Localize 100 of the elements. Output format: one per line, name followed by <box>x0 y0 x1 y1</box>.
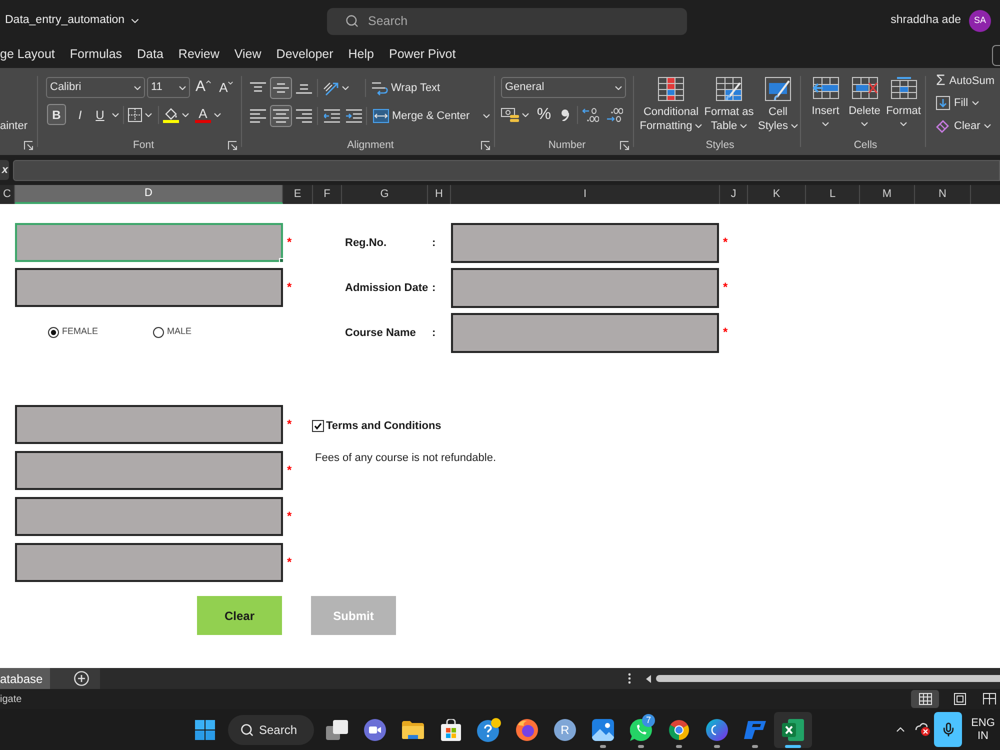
format-button[interactable]: Format <box>884 77 923 126</box>
merge-center-button[interactable]: Merge & Center <box>373 105 490 127</box>
fill-button[interactable]: Fill <box>936 95 1000 111</box>
caret-icon <box>790 124 798 128</box>
app-icon <box>744 720 766 738</box>
user-avatar[interactable]: SA <box>969 10 991 32</box>
cell-styles-icon <box>765 77 791 101</box>
label-colon: : <box>432 326 437 341</box>
align-button[interactable] <box>270 77 292 99</box>
conditional-formatting-button[interactable]: Conditional Formatting <box>640 77 702 133</box>
caret-icon <box>861 122 868 126</box>
delete-button[interactable]: Delete <box>845 77 884 126</box>
painter-button[interactable]: ainter <box>0 119 28 133</box>
insert-function-button[interactable]: x <box>0 160 9 180</box>
search-field[interactable]: Search <box>327 8 687 34</box>
underline-button[interactable]: U <box>90 104 110 125</box>
microphone-button[interactable] <box>934 712 962 747</box>
photo-icon <box>592 718 614 740</box>
required-marker: * <box>287 236 292 248</box>
column-header[interactable]: D <box>15 185 283 204</box>
field-label: Reg.No. <box>345 236 388 251</box>
required-marker: * <box>723 281 728 293</box>
radio-option[interactable]: FEMALE <box>48 325 98 339</box>
merge-cells-icon <box>373 109 389 123</box>
add-sheet-icon[interactable] <box>74 671 89 686</box>
taskbar-app-button[interactable] <box>774 712 812 748</box>
font-name-dropdown[interactable]: Calibri <box>46 77 145 98</box>
italic-button[interactable]: I <box>70 104 90 125</box>
autosum-button[interactable]: Σ AutoSum <box>936 73 1000 89</box>
terms-checkbox[interactable]: Terms and Conditions <box>312 418 496 434</box>
formula-input-field[interactable] <box>13 160 1000 180</box>
delete-cells-icon <box>852 77 878 99</box>
input-field[interactable] <box>15 405 283 444</box>
view-button[interactable] <box>911 690 939 708</box>
grow-font-button[interactable]: A <box>193 77 213 98</box>
ribbon-tab[interactable]: Developer <box>276 42 334 68</box>
caret-icon <box>228 81 233 85</box>
taskbar-search-field[interactable]: Search <box>228 714 314 744</box>
required-marker: * <box>723 236 728 248</box>
app-logo: R <box>554 718 576 740</box>
format-as-table-icon <box>716 77 742 101</box>
shrink-font-button[interactable]: A <box>216 77 236 98</box>
align-left-icon <box>250 109 266 123</box>
ribbon-tab[interactable]: Formulas <box>70 42 122 68</box>
fill-handle-icon <box>279 258 284 263</box>
font-color-button[interactable]: A <box>195 104 221 125</box>
ribbon-tab[interactable]: Review <box>178 42 220 68</box>
dialog-launcher-icon[interactable] <box>24 140 33 150</box>
caret-icon <box>972 101 980 105</box>
scrollbar-thumb[interactable] <box>656 675 1000 682</box>
label-colon: : <box>432 280 437 296</box>
font-size-dropdown[interactable]: 11 <box>147 77 190 98</box>
font-color-swatch-icon <box>195 120 211 122</box>
caret-icon <box>112 112 119 116</box>
dialog-launcher-icon[interactable] <box>481 141 490 150</box>
design-app-icon <box>706 718 728 740</box>
group-label: Styles <box>706 138 734 153</box>
page-layout-icon <box>954 693 966 705</box>
document-title: Data_entry_automation <box>5 13 125 28</box>
radio-option[interactable]: MALE <box>153 325 192 339</box>
input-field[interactable] <box>451 313 719 353</box>
store-bag-icon <box>441 718 461 740</box>
input-field[interactable] <box>15 543 283 582</box>
dialog-launcher-icon[interactable] <box>620 141 629 150</box>
fill-down-icon <box>936 96 950 110</box>
cell-styles-button[interactable]: Cell Styles <box>756 77 800 133</box>
align-button[interactable] <box>270 105 292 127</box>
format-as-table-button[interactable]: Format as Table <box>702 77 756 133</box>
ribbon-tab[interactable]: Power Pivot <box>389 42 456 68</box>
ribbon-tab[interactable]: ge Layout <box>0 42 55 68</box>
scroll-left-icon[interactable] <box>646 674 651 682</box>
input-field[interactable] <box>451 268 719 308</box>
bold-button[interactable]: B <box>47 104 66 125</box>
sheet-tab[interactable]: atabase <box>0 668 50 689</box>
percent-button[interactable]: % <box>535 104 553 126</box>
clear-button[interactable]: Clear <box>936 118 1000 134</box>
input-field[interactable] <box>15 497 283 536</box>
input-field[interactable] <box>451 223 719 263</box>
group-label: Font <box>132 138 154 153</box>
folder-icon <box>402 720 424 738</box>
input-field[interactable] <box>15 268 283 307</box>
start-button[interactable] <box>193 718 217 742</box>
caret-icon <box>145 112 152 116</box>
form-button[interactable]: Clear <box>197 596 282 635</box>
dialog-launcher-icon[interactable] <box>228 141 237 150</box>
ribbon-tab[interactable]: Data <box>137 42 164 68</box>
required-marker: * <box>287 281 292 293</box>
input-field[interactable] <box>15 451 283 490</box>
splitter-handle-icon[interactable] <box>628 673 631 684</box>
insert-button[interactable]: Insert <box>806 77 845 126</box>
ribbon-tab[interactable]: Help <box>348 42 374 68</box>
caret-up-icon <box>206 80 210 84</box>
toolbar-button[interactable] <box>992 44 1000 66</box>
language-indicator[interactable]: ENG IN <box>970 716 996 742</box>
caret-icon <box>695 124 702 128</box>
input-field[interactable] <box>15 223 283 262</box>
wrap-text-button[interactable]: Wrap Text <box>372 77 440 99</box>
ribbon-tab[interactable]: View <box>234 42 262 68</box>
user-name: shraddha ade <box>890 13 961 28</box>
number-format-dropdown[interactable]: General <box>501 77 626 98</box>
